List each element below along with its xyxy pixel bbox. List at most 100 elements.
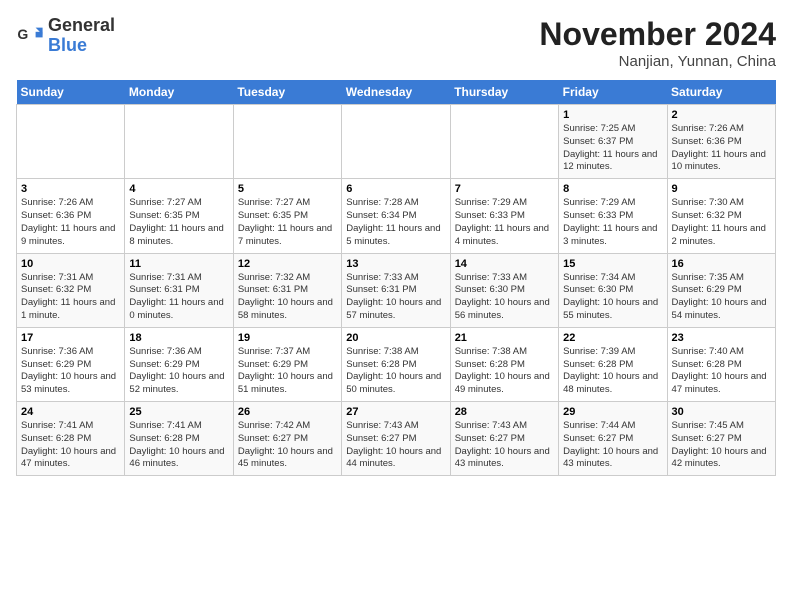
week-row-1: 1 Sunrise: 7:25 AM Sunset: 6:37 PM Daylig… <box>17 105 776 179</box>
day-number: 9 <box>672 183 771 195</box>
day-number: 18 <box>129 332 228 344</box>
day-cell: 24 Sunrise: 7:41 AM Sunset: 6:28 PM Dayli… <box>17 402 125 476</box>
day-info: Sunrise: 7:26 AM Sunset: 6:36 PM Dayligh… <box>672 123 771 174</box>
day-cell: 12 Sunrise: 7:32 AM Sunset: 6:31 PM Dayli… <box>233 253 341 327</box>
day-cell: 20 Sunrise: 7:38 AM Sunset: 6:28 PM Dayli… <box>342 327 450 401</box>
day-info: Sunrise: 7:38 AM Sunset: 6:28 PM Dayligh… <box>346 346 445 397</box>
day-number: 2 <box>672 109 771 121</box>
day-cell: 5 Sunrise: 7:27 AM Sunset: 6:35 PM Daylig… <box>233 179 341 253</box>
day-cell: 9 Sunrise: 7:30 AM Sunset: 6:32 PM Daylig… <box>667 179 775 253</box>
day-cell: 27 Sunrise: 7:43 AM Sunset: 6:27 PM Dayli… <box>342 402 450 476</box>
day-cell: 8 Sunrise: 7:29 AM Sunset: 6:33 PM Daylig… <box>559 179 667 253</box>
day-cell: 22Sunrise: 7:39 AM Sunset: 6:28 PM Dayli… <box>559 327 667 401</box>
day-number: 26 <box>238 406 337 418</box>
week-row-3: 10 Sunrise: 7:31 AM Sunset: 6:32 PM Dayli… <box>17 253 776 327</box>
day-info: Sunrise: 7:41 AM Sunset: 6:28 PM Dayligh… <box>21 420 120 471</box>
day-info: Sunrise: 7:37 AM Sunset: 6:29 PM Dayligh… <box>238 346 337 397</box>
day-info: Sunrise: 7:42 AM Sunset: 6:27 PM Dayligh… <box>238 420 337 471</box>
week-row-2: 3 Sunrise: 7:26 AM Sunset: 6:36 PM Daylig… <box>17 179 776 253</box>
logo-general-text: General <box>48 15 115 35</box>
day-info: Sunrise: 7:38 AM Sunset: 6:28 PM Dayligh… <box>455 346 554 397</box>
day-cell <box>17 105 125 179</box>
day-info: Sunrise: 7:33 AM Sunset: 6:31 PM Dayligh… <box>346 272 445 323</box>
week-row-5: 24 Sunrise: 7:41 AM Sunset: 6:28 PM Dayli… <box>17 402 776 476</box>
day-info: Sunrise: 7:30 AM Sunset: 6:32 PM Dayligh… <box>672 197 771 248</box>
header-wednesday: Wednesday <box>342 80 450 105</box>
day-number: 17 <box>21 332 120 344</box>
day-info: Sunrise: 7:43 AM Sunset: 6:27 PM Dayligh… <box>455 420 554 471</box>
week-row-4: 17 Sunrise: 7:36 AM Sunset: 6:29 PM Dayli… <box>17 327 776 401</box>
logo: G General Blue <box>16 16 115 56</box>
day-number: 10 <box>21 258 120 270</box>
day-cell: 29 Sunrise: 7:44 AM Sunset: 6:27 PM Dayli… <box>559 402 667 476</box>
day-number: 5 <box>238 183 337 195</box>
day-number: 16 <box>672 258 771 270</box>
day-cell: 23 Sunrise: 7:40 AM Sunset: 6:28 PM Dayli… <box>667 327 775 401</box>
day-info: Sunrise: 7:33 AM Sunset: 6:30 PM Dayligh… <box>455 272 554 323</box>
day-info: Sunrise: 7:29 AM Sunset: 6:33 PM Dayligh… <box>455 197 554 248</box>
header-tuesday: Tuesday <box>233 80 341 105</box>
day-info: Sunrise: 7:27 AM Sunset: 6:35 PM Dayligh… <box>238 197 337 248</box>
day-number: 12 <box>238 258 337 270</box>
day-number: 28 <box>455 406 554 418</box>
day-info: Sunrise: 7:28 AM Sunset: 6:34 PM Dayligh… <box>346 197 445 248</box>
day-cell: 6 Sunrise: 7:28 AM Sunset: 6:34 PM Daylig… <box>342 179 450 253</box>
day-number: 25 <box>129 406 228 418</box>
day-cell: 4Sunrise: 7:27 AM Sunset: 6:35 PM Daylig… <box>125 179 233 253</box>
day-number: 7 <box>455 183 554 195</box>
logo-icon: G <box>16 22 44 50</box>
day-number: 27 <box>346 406 445 418</box>
day-cell: 21 Sunrise: 7:38 AM Sunset: 6:28 PM Dayli… <box>450 327 558 401</box>
day-cell: 28 Sunrise: 7:43 AM Sunset: 6:27 PM Dayli… <box>450 402 558 476</box>
day-info: Sunrise: 7:39 AM Sunset: 6:28 PM Dayligh… <box>563 346 662 397</box>
title-block: November 2024 Nanjian, Yunnan, China <box>539 16 776 70</box>
header-thursday: Thursday <box>450 80 558 105</box>
day-info: Sunrise: 7:41 AM Sunset: 6:28 PM Dayligh… <box>129 420 228 471</box>
day-info: Sunrise: 7:26 AM Sunset: 6:36 PM Dayligh… <box>21 197 120 248</box>
day-info: Sunrise: 7:27 AM Sunset: 6:35 PM Dayligh… <box>129 197 228 248</box>
day-number: 6 <box>346 183 445 195</box>
day-info: Sunrise: 7:36 AM Sunset: 6:29 PM Dayligh… <box>129 346 228 397</box>
day-number: 23 <box>672 332 771 344</box>
day-cell: 13 Sunrise: 7:33 AM Sunset: 6:31 PM Dayli… <box>342 253 450 327</box>
header-friday: Friday <box>559 80 667 105</box>
day-cell: 30Sunrise: 7:45 AM Sunset: 6:27 PM Dayli… <box>667 402 775 476</box>
location: Nanjian, Yunnan, China <box>539 53 776 70</box>
day-number: 24 <box>21 406 120 418</box>
day-cell <box>450 105 558 179</box>
day-cell: 10 Sunrise: 7:31 AM Sunset: 6:32 PM Dayli… <box>17 253 125 327</box>
day-info: Sunrise: 7:31 AM Sunset: 6:31 PM Dayligh… <box>129 272 228 323</box>
header-sunday: Sunday <box>17 80 125 105</box>
day-cell: 14 Sunrise: 7:33 AM Sunset: 6:30 PM Dayli… <box>450 253 558 327</box>
day-cell: 18 Sunrise: 7:36 AM Sunset: 6:29 PM Dayli… <box>125 327 233 401</box>
calendar-table: SundayMondayTuesdayWednesdayThursdayFrid… <box>16 80 776 476</box>
day-number: 1 <box>563 109 662 121</box>
day-number: 30 <box>672 406 771 418</box>
day-info: Sunrise: 7:40 AM Sunset: 6:28 PM Dayligh… <box>672 346 771 397</box>
day-cell: 11 Sunrise: 7:31 AM Sunset: 6:31 PM Dayli… <box>125 253 233 327</box>
day-info: Sunrise: 7:34 AM Sunset: 6:30 PM Dayligh… <box>563 272 662 323</box>
day-info: Sunrise: 7:25 AM Sunset: 6:37 PM Dayligh… <box>563 123 662 174</box>
day-number: 20 <box>346 332 445 344</box>
day-info: Sunrise: 7:43 AM Sunset: 6:27 PM Dayligh… <box>346 420 445 471</box>
day-info: Sunrise: 7:44 AM Sunset: 6:27 PM Dayligh… <box>563 420 662 471</box>
day-info: Sunrise: 7:32 AM Sunset: 6:31 PM Dayligh… <box>238 272 337 323</box>
day-number: 15 <box>563 258 662 270</box>
page-header: G General Blue November 2024 Nanjian, Yu… <box>16 16 776 70</box>
day-info: Sunrise: 7:31 AM Sunset: 6:32 PM Dayligh… <box>21 272 120 323</box>
day-number: 8 <box>563 183 662 195</box>
day-number: 3 <box>21 183 120 195</box>
day-cell: 25 Sunrise: 7:41 AM Sunset: 6:28 PM Dayli… <box>125 402 233 476</box>
day-cell: 17 Sunrise: 7:36 AM Sunset: 6:29 PM Dayli… <box>17 327 125 401</box>
day-number: 14 <box>455 258 554 270</box>
day-number: 21 <box>455 332 554 344</box>
day-info: Sunrise: 7:36 AM Sunset: 6:29 PM Dayligh… <box>21 346 120 397</box>
day-number: 11 <box>129 258 228 270</box>
logo-blue-text: Blue <box>48 35 87 55</box>
day-cell <box>233 105 341 179</box>
day-number: 13 <box>346 258 445 270</box>
day-info: Sunrise: 7:29 AM Sunset: 6:33 PM Dayligh… <box>563 197 662 248</box>
day-cell: 19Sunrise: 7:37 AM Sunset: 6:29 PM Dayli… <box>233 327 341 401</box>
day-cell <box>125 105 233 179</box>
day-number: 29 <box>563 406 662 418</box>
